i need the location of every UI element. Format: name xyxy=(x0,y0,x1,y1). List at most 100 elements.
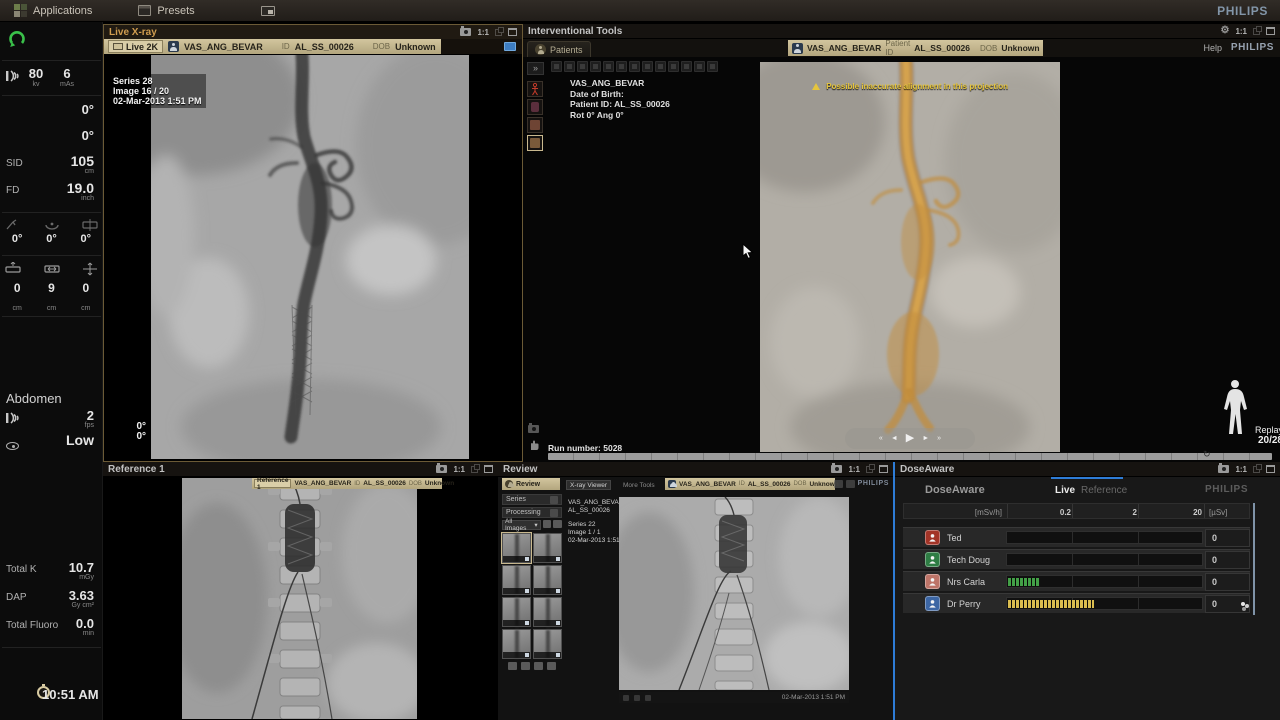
review-app-button[interactable]: Review xyxy=(502,478,560,490)
list-icon[interactable] xyxy=(553,520,562,528)
series-button[interactable]: Series xyxy=(502,494,562,505)
maximize-window-icon[interactable] xyxy=(1266,465,1275,473)
stent-tool-icon[interactable] xyxy=(527,99,543,115)
replay-label: Replay xyxy=(1235,425,1280,435)
tab-more-tools[interactable]: More Tools xyxy=(620,480,658,490)
series-thumbnail[interactable] xyxy=(533,629,562,659)
anatomy-tool-icon[interactable] xyxy=(527,81,543,97)
toolbar-icon[interactable] xyxy=(551,61,562,72)
series-thumbnail[interactable] xyxy=(502,629,531,659)
restore-window-icon[interactable] xyxy=(495,29,502,36)
zoom-1to1-indicator[interactable]: 1:1 xyxy=(848,465,860,474)
toolbar-icon[interactable] xyxy=(668,61,679,72)
presets-menu[interactable]: Presets xyxy=(138,5,194,17)
dose-person-row[interactable]: Tech Doug 0 xyxy=(903,549,1250,569)
series-thumbnail[interactable] xyxy=(533,597,562,627)
series-thumbnail[interactable] xyxy=(533,533,562,563)
restore-window-icon[interactable] xyxy=(1253,466,1260,473)
maximize-window-icon[interactable] xyxy=(879,465,888,473)
pan-hand-icon[interactable] xyxy=(528,438,541,456)
step-back-button[interactable]: ◄ xyxy=(891,435,898,442)
maximize-window-icon[interactable] xyxy=(508,28,517,36)
toolbar-icon[interactable] xyxy=(681,61,692,72)
doseaware-titlebar[interactable]: DoseAware 1:1 xyxy=(895,462,1280,477)
dose-value: 0 xyxy=(1212,577,1217,587)
snapshot-icon[interactable] xyxy=(831,465,842,473)
skip-to-start-button[interactable]: « xyxy=(879,435,883,442)
interventional-titlebar[interactable]: Interventional Tools ⚙ 1:1 xyxy=(523,24,1280,39)
snapshot-tool-icon[interactable] xyxy=(528,420,539,438)
applications-menu[interactable]: Applications xyxy=(14,4,92,17)
skip-to-end-button[interactable]: » xyxy=(937,435,941,442)
restore-window-icon[interactable] xyxy=(866,466,873,473)
toolbar-icon[interactable] xyxy=(629,61,640,72)
toolbar-icon[interactable] xyxy=(577,61,588,72)
selected-thumb-icon[interactable] xyxy=(527,135,543,151)
maximize-window-icon[interactable] xyxy=(1266,27,1275,35)
image-thumb-icon[interactable] xyxy=(527,117,543,133)
export-icon[interactable] xyxy=(508,662,517,670)
step-forward-button[interactable]: ► xyxy=(922,435,929,442)
iv-3d-roadmap-viewport[interactable]: Possible inaccurate alignment in this pr… xyxy=(760,62,1060,452)
expand-sidebar-button[interactable]: » xyxy=(527,62,544,75)
reference-tab[interactable]: Reference 1 xyxy=(254,479,291,488)
live-2k-tab[interactable]: Live 2K xyxy=(108,40,163,53)
toolbar-icon[interactable] xyxy=(603,61,614,72)
zoom-1to1-indicator[interactable]: 1:1 xyxy=(1235,465,1247,474)
patients-tab[interactable]: Patients xyxy=(527,41,591,57)
zoom-1to1-indicator[interactable]: 1:1 xyxy=(453,465,465,474)
play-button[interactable]: ▶ xyxy=(906,433,914,444)
frame-scrubber[interactable] xyxy=(548,453,1272,460)
toolbar-icon[interactable] xyxy=(590,61,601,72)
reference-viewport[interactable]: Reference 1 VAS_ANG_BEVAR ID AL_SS_00026… xyxy=(103,477,498,720)
tab-reference[interactable]: Reference xyxy=(1081,485,1127,496)
settings-gear-icon[interactable]: ⚙ xyxy=(1220,26,1229,36)
images-filter-dropdown[interactable]: All Images▾ xyxy=(502,520,541,530)
processing-button[interactable]: Processing xyxy=(502,507,562,518)
zoom-1to1-indicator[interactable]: 1:1 xyxy=(1235,27,1247,36)
maximize-window-icon[interactable] xyxy=(484,465,493,473)
series-thumbnail[interactable] xyxy=(533,565,562,595)
restore-window-icon[interactable] xyxy=(1253,28,1260,35)
snapshot-icon[interactable] xyxy=(1218,465,1229,473)
dose-person-row[interactable]: Nrs Carla 0 xyxy=(903,571,1250,591)
app-icon[interactable] xyxy=(846,480,855,488)
toolbar-icon[interactable] xyxy=(707,61,718,72)
print-icon[interactable] xyxy=(521,662,530,670)
restore-window-icon[interactable] xyxy=(471,466,478,473)
live-angiogram-image xyxy=(151,55,469,459)
toolbar-icon[interactable] xyxy=(655,61,666,72)
live-xray-viewport[interactable]: Series 28 Image 16 / 20 02-Mar-2013 1:51… xyxy=(104,54,522,461)
series-thumbnail[interactable] xyxy=(502,565,531,595)
toolbar-icon[interactable] xyxy=(694,61,705,72)
tab-xray-viewer[interactable]: X-ray Viewer xyxy=(566,480,611,490)
dose-person-row[interactable]: Ted 0 xyxy=(903,527,1250,547)
toolbar-icon[interactable] xyxy=(564,61,575,72)
zoom-1to1-indicator[interactable]: 1:1 xyxy=(477,28,489,37)
app-icon[interactable] xyxy=(834,480,843,488)
tab-live[interactable]: Live xyxy=(1055,485,1075,496)
reference-titlebar[interactable]: Reference 1 1:1 xyxy=(103,462,498,477)
review-viewport[interactable] xyxy=(619,497,849,690)
philips-logo: PHILIPS xyxy=(1217,4,1268,18)
snapshot-icon[interactable] xyxy=(436,465,447,473)
help-button[interactable]: Help xyxy=(1203,43,1222,53)
screenshot-button[interactable] xyxy=(261,6,275,16)
delete-icon[interactable] xyxy=(547,662,556,670)
person-name: Nrs Carla xyxy=(947,577,985,587)
scrollbar[interactable] xyxy=(1253,503,1255,615)
save-icon[interactable] xyxy=(534,662,543,670)
series-thumbnail[interactable] xyxy=(502,597,531,627)
review-titlebar[interactable]: Review 1:1 xyxy=(498,462,893,477)
send-to-monitor-icon[interactable] xyxy=(504,42,516,51)
rotation-reset-icon[interactable] xyxy=(8,30,26,53)
snapshot-icon[interactable] xyxy=(460,28,471,36)
toolbar-icon[interactable] xyxy=(616,61,627,72)
loop-icon[interactable]: ↻ xyxy=(1203,449,1211,460)
toolbar-icon[interactable] xyxy=(642,61,653,72)
layout-icon[interactable] xyxy=(543,520,552,528)
live-xray-titlebar[interactable]: Live X-ray 1:1 xyxy=(104,25,522,40)
dose-person-row[interactable]: Dr Perry 0 xyxy=(903,593,1250,613)
table-pos-value: 9 xyxy=(48,281,55,295)
series-thumbnail[interactable] xyxy=(502,533,531,563)
